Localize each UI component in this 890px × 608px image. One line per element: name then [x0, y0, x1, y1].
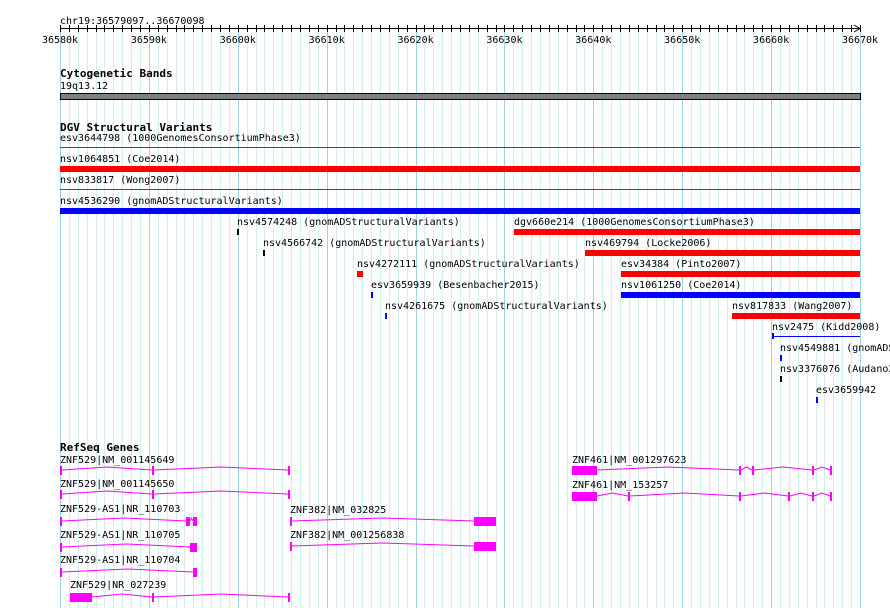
gene-intron: [596, 492, 831, 497]
gene-intron: [91, 593, 289, 598]
gene-exon: [60, 517, 62, 526]
gene-exon: [70, 593, 92, 602]
gene-model[interactable]: [60, 516, 197, 526]
gene-exon: [474, 517, 496, 526]
gene-exon: [186, 517, 190, 526]
gene-label[interactable]: ZNF529-AS1|NR_110704: [60, 555, 180, 566]
gene-label[interactable]: ZNF529|NM_001145650: [60, 479, 174, 490]
gene-model[interactable]: [572, 492, 832, 501]
gene-exon: [190, 543, 197, 552]
gene-exon: [60, 543, 62, 552]
gene-model[interactable]: [290, 517, 496, 526]
gene-model[interactable]: [60, 543, 197, 552]
gene-intron: [291, 517, 475, 522]
gene-exon: [572, 466, 597, 475]
gene-intron: [61, 490, 289, 495]
gene-exon: [60, 466, 62, 475]
gene-intron: [61, 466, 289, 471]
gene-model[interactable]: [70, 593, 290, 602]
gene-label[interactable]: ZNF529|NM_001145649: [60, 455, 174, 466]
gene-intron: [61, 568, 194, 573]
gene-exon: [290, 517, 292, 526]
gene-model[interactable]: [60, 466, 290, 475]
gene-exon: [474, 542, 496, 551]
gene-model[interactable]: [572, 466, 832, 475]
gene-label[interactable]: ZNF382|NM_001256838: [290, 530, 404, 541]
gene-intron: [596, 466, 831, 471]
gene-exon: [60, 568, 62, 577]
genome-browser-view: chr19:36579097..36670098 36580k 36590k 366…: [0, 0, 890, 608]
gene-model[interactable]: [290, 542, 496, 551]
gene-exon: [830, 466, 832, 475]
gene-label[interactable]: ZNF382|NM_032825: [290, 505, 386, 516]
gene-exon: [193, 517, 197, 526]
gene-exon: [752, 466, 754, 475]
gene-exon: [152, 466, 154, 475]
gene-exon: [812, 492, 814, 501]
gene-exon: [288, 466, 290, 475]
gene-exon: [288, 490, 290, 499]
gene-label[interactable]: ZNF529-AS1|NR_110703: [60, 504, 180, 515]
gene-exon: [288, 593, 290, 602]
gene-exon: [572, 492, 597, 501]
refseq-gene-models: [60, 466, 832, 602]
gene-exon: [739, 492, 741, 501]
gene-exon: [628, 492, 630, 501]
gene-exon: [152, 490, 154, 499]
gene-label[interactable]: ZNF529-AS1|NR_110705: [60, 530, 180, 541]
gene-exon: [152, 593, 154, 602]
gene-label[interactable]: ZNF461|NM_001297623: [572, 455, 686, 466]
gene-model[interactable]: [60, 568, 197, 577]
gene-exon: [60, 490, 62, 499]
gene-exon: [830, 492, 832, 501]
gene-exon: [739, 466, 741, 475]
gene-label[interactable]: ZNF529|NR_027239: [70, 580, 166, 591]
gene-intron: [61, 543, 191, 548]
gene-exon: [290, 542, 292, 551]
gene-exon: [812, 466, 814, 475]
gene-label[interactable]: ZNF461|NM_153257: [572, 480, 668, 491]
gene-model[interactable]: [60, 490, 290, 499]
gene-intron: [291, 542, 475, 547]
gene-intron: [61, 516, 194, 522]
gene-exon: [193, 568, 197, 577]
gene-exon: [788, 492, 790, 501]
